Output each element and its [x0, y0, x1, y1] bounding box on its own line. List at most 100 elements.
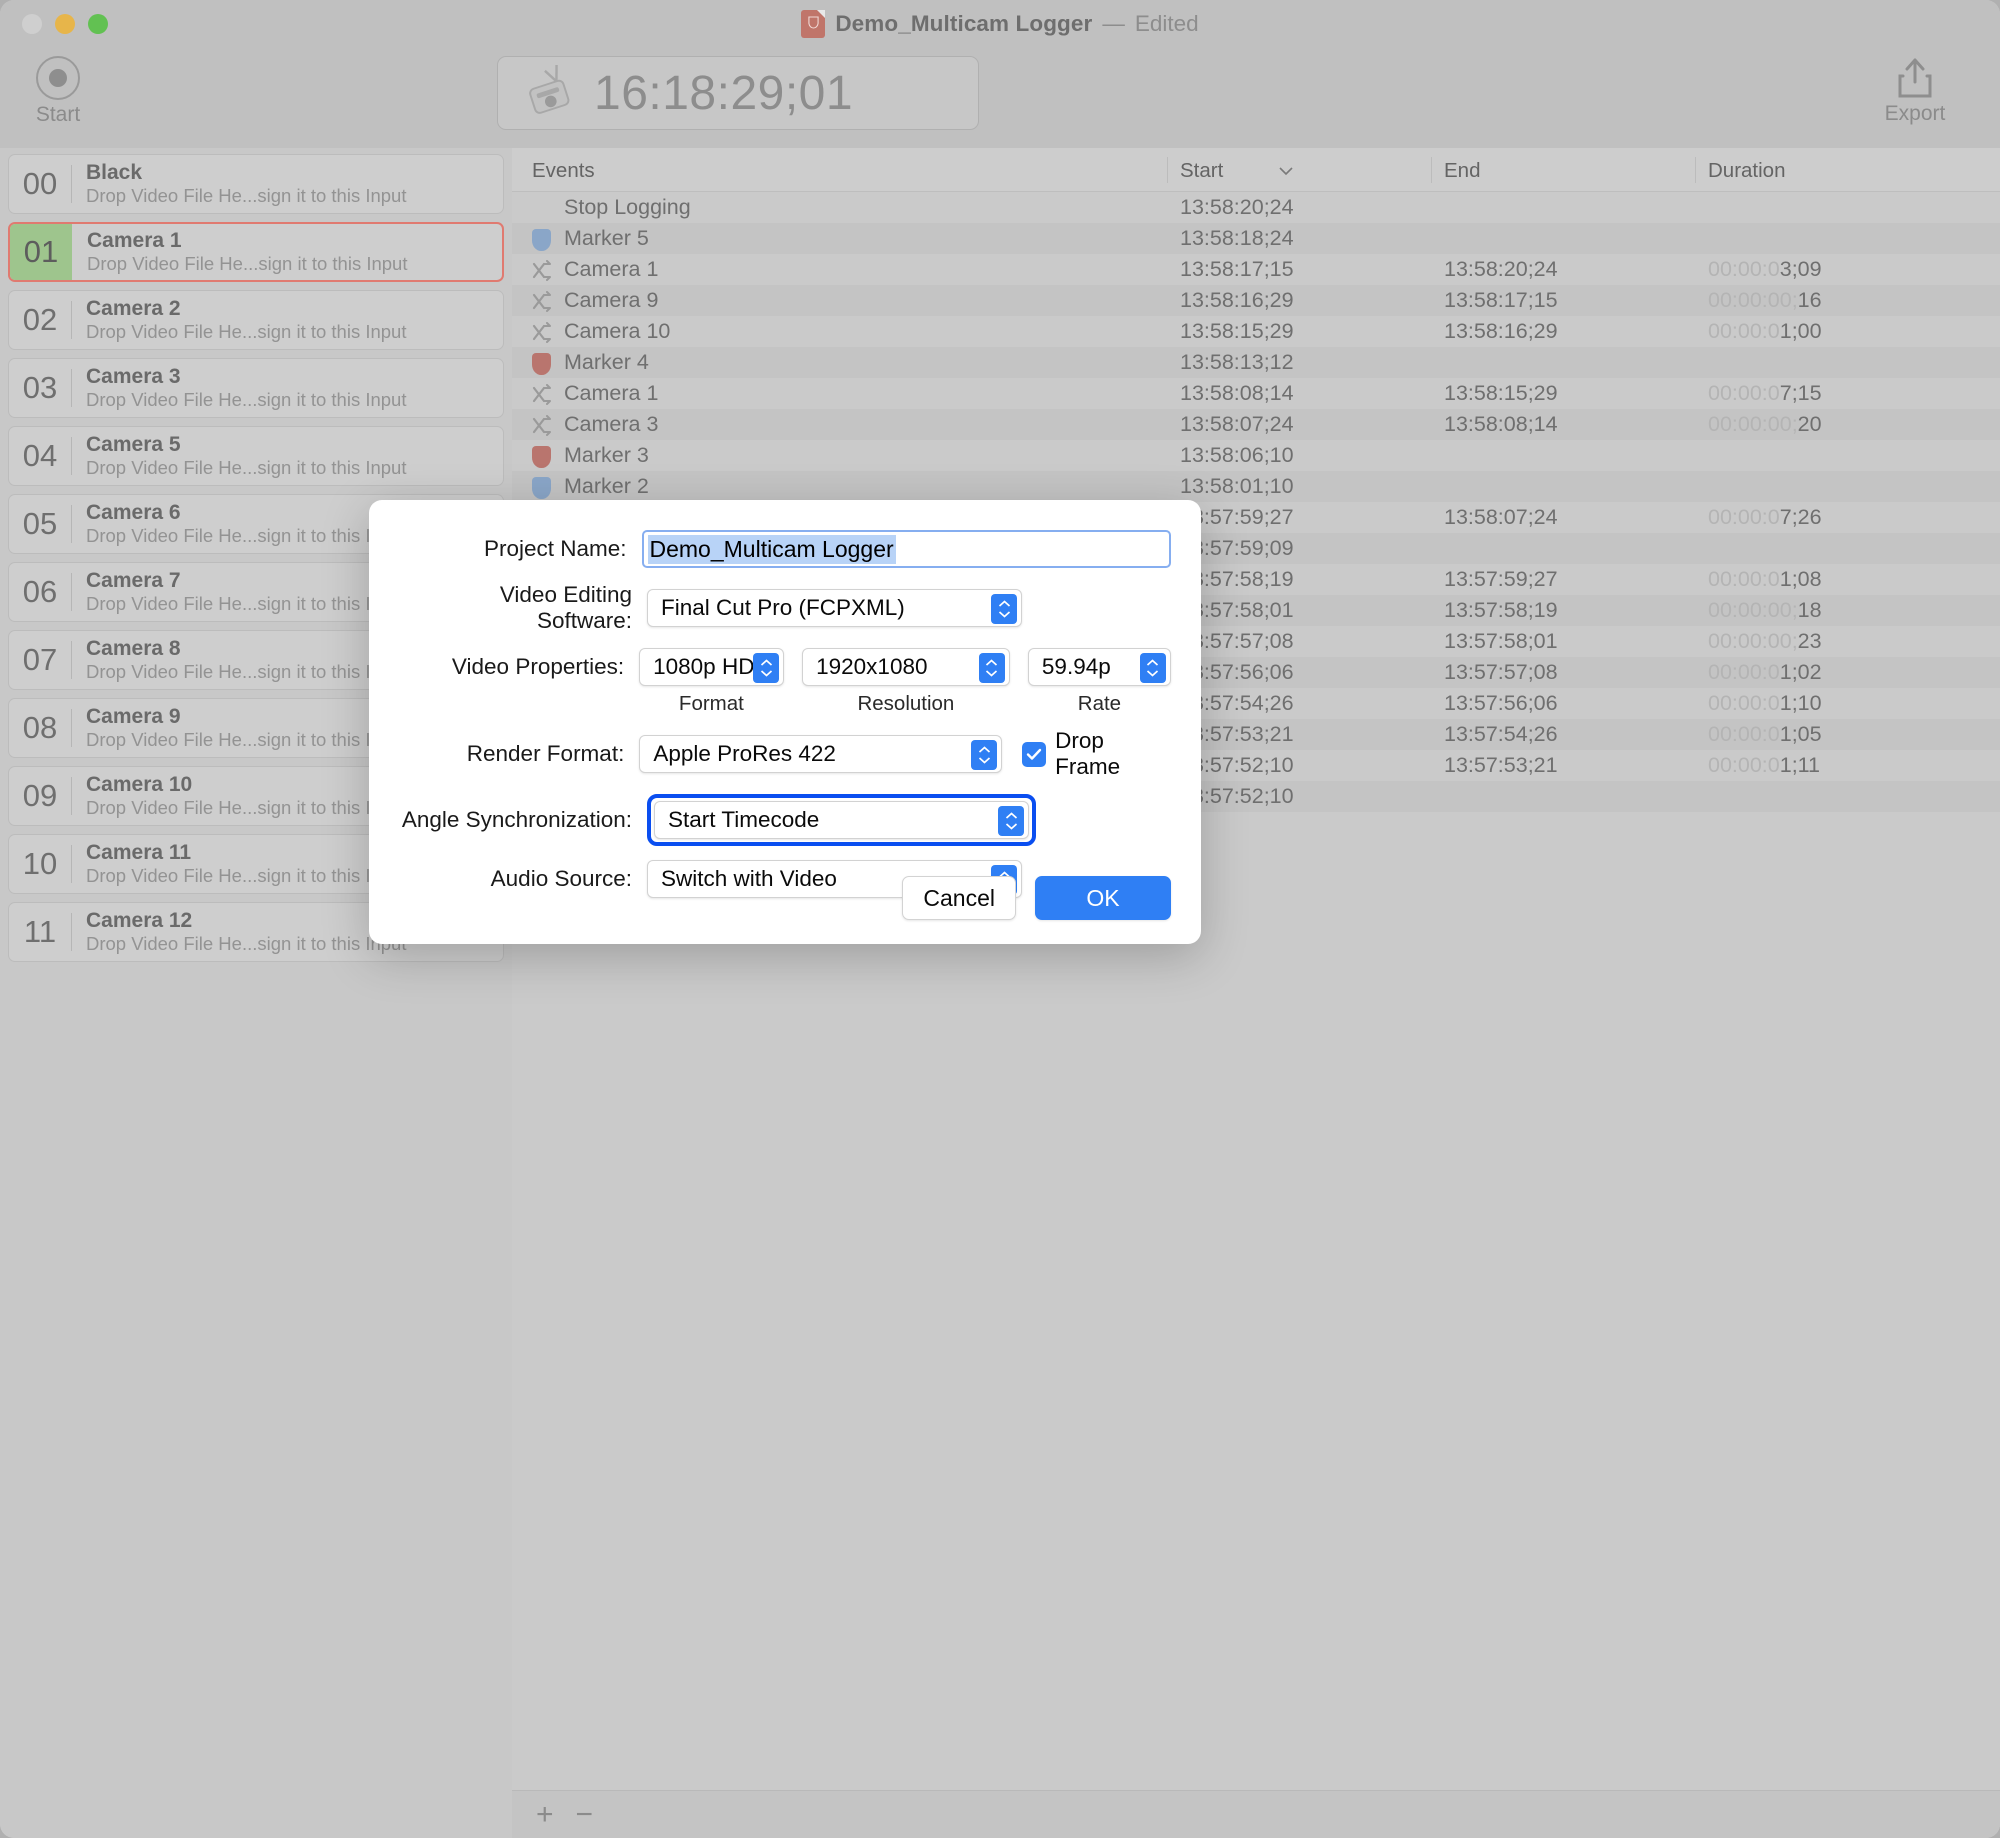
start-logging-button[interactable]: Start: [27, 56, 89, 127]
video-rate-select[interactable]: 59.94p: [1027, 648, 1171, 686]
table-row[interactable]: Camera 1 13:58:08;14 13:58:15;29 00:00:07;1…: [512, 378, 2000, 409]
window-title: Demo_Multicam Logger: [835, 11, 1093, 36]
video-rate-value: 59.94p: [1041, 654, 1111, 679]
table-row[interactable]: Camera 3 13:58:07;24 13:58:08;14 00:00:00;2…: [512, 409, 2000, 440]
event-duration: 00:00:01;05: [1708, 722, 1822, 747]
event-duration-leading: 00:00:0: [1708, 660, 1780, 684]
project-name-row: Project Name: Demo_Multicam Logger: [399, 530, 1171, 568]
export-button[interactable]: Export: [1860, 56, 1970, 126]
remove-event-button[interactable]: −: [576, 1798, 594, 1832]
event-end: 13:58:20;24: [1444, 257, 1558, 281]
render-format-select[interactable]: Apple ProRes 422: [639, 735, 1003, 773]
event-name: Camera 1: [564, 381, 659, 405]
marker-blue-icon: [532, 477, 551, 499]
event-duration: 00:00:01;00: [1708, 319, 1822, 344]
video-properties-row: Video Properties: 1080p HD 1920x1080 59.…: [399, 648, 1171, 686]
angle-number: 07: [22, 642, 58, 677]
event-start: 13:58:08;14: [1180, 381, 1294, 405]
column-header-start[interactable]: Start: [1180, 159, 1223, 183]
angle-number: 11: [23, 914, 57, 949]
chevron-updown-icon[interactable]: [991, 594, 1017, 624]
event-duration: 00:00:01;08: [1708, 567, 1822, 592]
angle-row[interactable]: 01 Camera 1 Drop Video File He...sign it t…: [8, 222, 504, 282]
render-format-label: Render Format:: [466, 741, 625, 766]
event-duration-value: 20: [1797, 412, 1822, 436]
event-duration-leading: 00:00:0: [1708, 722, 1780, 746]
event-name: Camera 3: [564, 412, 659, 436]
camera-switch-icon: [532, 415, 551, 436]
drop-frame-row[interactable]: Drop Frame: [1022, 728, 1171, 780]
angle-name: Camera 5: [86, 432, 181, 456]
video-resolution-select[interactable]: 1920x1080: [802, 648, 1010, 686]
angle-row[interactable]: 02 Camera 2 Drop Video File He...sign it t…: [8, 290, 504, 350]
table-row[interactable]: Camera 10 13:58:15;29 13:58:16;29 00:00:01;…: [512, 316, 2000, 347]
table-row[interactable]: Marker 5 13:58:18;24: [512, 223, 2000, 254]
angle-drop-hint: Drop Video File He...sign it to this Inp…: [86, 184, 407, 206]
table-row[interactable]: Camera 9 13:58:16;29 13:58:17;15 00:00:00;1…: [512, 285, 2000, 316]
video-properties-label: Video Properties:: [451, 654, 625, 679]
table-row[interactable]: Stop Logging 13:58:20;24: [512, 192, 2000, 223]
chevron-updown-icon[interactable]: [971, 740, 998, 770]
drop-frame-checkbox[interactable]: [1022, 741, 1047, 767]
ok-button[interactable]: OK: [1035, 876, 1171, 920]
render-format-value: Apple ProRes 422: [653, 741, 836, 766]
table-row[interactable]: Camera 1 13:58:17;15 13:58:20;24 00:00:03;0…: [512, 254, 2000, 285]
angle-row[interactable]: 04 Camera 5 Drop Video File He...sign it t…: [8, 426, 504, 486]
event-duration: 00:00:01;11: [1708, 753, 1820, 778]
angle-synchronization-value: Start Timecode: [668, 807, 820, 832]
record-button-icon: [36, 56, 80, 100]
event-name: Camera 9: [564, 288, 659, 312]
event-end: 13:57:58;01: [1444, 629, 1558, 653]
export-button-label: Export: [1884, 102, 1946, 125]
event-end: 13:57:58;19: [1444, 598, 1558, 622]
dialog-buttons: Cancel OK: [902, 876, 1171, 920]
add-event-button[interactable]: +: [536, 1798, 554, 1832]
angle-row[interactable]: 03 Camera 3 Drop Video File He...sign it t…: [8, 358, 504, 418]
chevron-updown-icon[interactable]: [1139, 653, 1166, 683]
event-duration-value: 1;08: [1779, 567, 1822, 591]
edited-status: Edited: [1134, 11, 1199, 36]
column-header-duration[interactable]: Duration: [1708, 159, 1786, 183]
video-editing-software-select[interactable]: Final Cut Pro (FCPXML): [647, 589, 1022, 627]
cancel-button[interactable]: Cancel: [902, 876, 1016, 920]
audio-source-label: Audio Source:: [490, 866, 632, 891]
chevron-updown-icon[interactable]: [978, 653, 1005, 683]
column-header-end[interactable]: End: [1444, 159, 1480, 183]
angle-synchronization-row: Angle Synchronization: Start Timecode: [399, 794, 1171, 846]
table-row[interactable]: Marker 2 13:58:01;10: [512, 471, 2000, 502]
angle-synchronization-label: Angle Synchronization:: [401, 807, 632, 832]
rate-sublabel: Rate: [1077, 692, 1122, 715]
angle-number: 01: [10, 224, 72, 280]
camera-switch-icon: [532, 384, 551, 405]
chevron-down-icon[interactable]: [1279, 167, 1293, 176]
table-row[interactable]: Marker 4 13:58:13;12: [512, 347, 2000, 378]
event-duration-leading: 00:00:0: [1708, 691, 1780, 715]
event-duration: 00:00:07;15: [1708, 381, 1822, 406]
table-row[interactable]: Marker 3 13:58:06;10: [512, 440, 2000, 471]
angle-synchronization-select[interactable]: Start Timecode: [654, 801, 1029, 839]
chevron-updown-icon[interactable]: [998, 806, 1024, 836]
event-duration-leading: 00:00:0: [1708, 319, 1780, 343]
column-header-events[interactable]: Events: [532, 159, 595, 183]
event-duration-leading: 00:00:00;: [1708, 629, 1798, 653]
title-bar: Demo_Multicam Logger — Edited: [0, 0, 2000, 48]
chevron-updown-icon[interactable]: [753, 653, 780, 683]
event-duration-value: 3;09: [1779, 257, 1822, 281]
project-name-label: Project Name:: [483, 536, 627, 561]
event-duration-value: 7;15: [1779, 381, 1822, 405]
event-duration-value: 1;05: [1779, 722, 1822, 746]
project-document-icon: [801, 10, 826, 38]
event-duration: 00:00:00;20: [1708, 412, 1822, 437]
angle-list-sidebar[interactable]: 00 Black Drop Video File He...sign it to t…: [0, 148, 512, 1838]
video-format-select[interactable]: 1080p HD: [639, 648, 785, 686]
timecode-display[interactable]: 16:18:29;01: [497, 56, 979, 130]
event-name: Marker 2: [564, 474, 649, 498]
angle-row[interactable]: 00 Black Drop Video File He...sign it to t…: [8, 154, 504, 214]
angle-drop-hint: Drop Video File He...sign it to this Inp…: [86, 388, 407, 410]
camera-switch-icon: [532, 291, 551, 312]
angle-number: 02: [22, 302, 58, 337]
event-end: 13:58:15;29: [1444, 381, 1558, 405]
project-name-input[interactable]: Demo_Multicam Logger: [641, 530, 1171, 568]
event-start: 13:58:18;24: [1180, 226, 1294, 250]
drop-frame-label: Drop Frame: [1055, 728, 1121, 779]
